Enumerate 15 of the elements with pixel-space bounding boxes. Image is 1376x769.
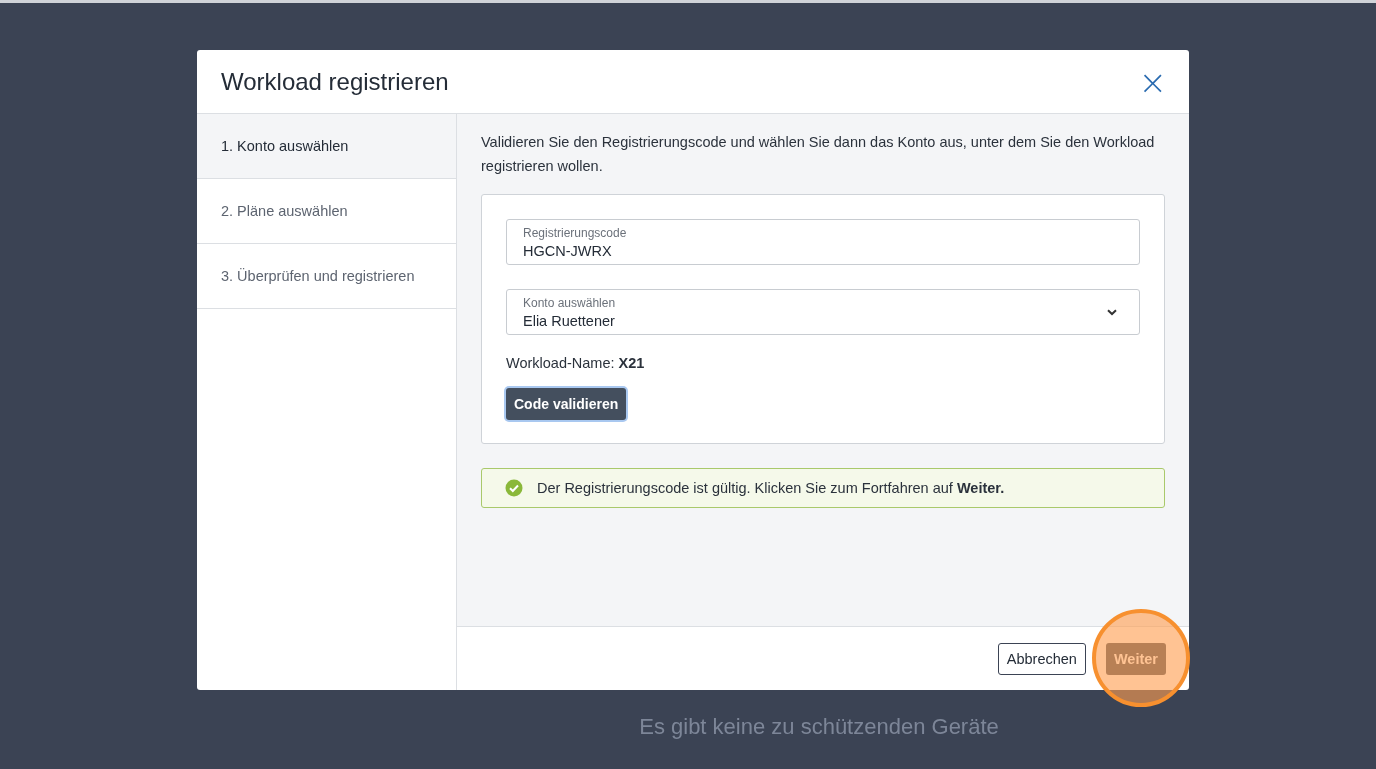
validate-code-button[interactable]: Code validieren — [506, 388, 627, 420]
step-tab[interactable]: 3. Überprüfen und registrieren — [197, 244, 456, 309]
code-input-field[interactable]: Registrierungscode HGCN-JWRX — [506, 219, 1140, 265]
dialog-title: Workload registrieren — [221, 67, 449, 96]
cancel-button[interactable]: Abbrechen — [997, 642, 1086, 675]
instruction-text: Validieren Sie den Registrierungscode und wählen Sie dann das Konto aus, unter dem Sie den Workload registrieren wollen. — [481, 133, 1156, 176]
empty-state-text: Es gibt keine zu schützenden Geräte — [638, 714, 1000, 740]
check-circle-icon — [505, 479, 523, 497]
chevron-down-icon — [1107, 308, 1117, 316]
step-tab[interactable]: 1. Konto auswählen — [197, 114, 456, 179]
close-button[interactable]: × — [1138, 64, 1167, 99]
success-message: Der Registrierungscode ist gültig. Klicken Sie zum Fortfahren auf Weiter. — [537, 480, 1005, 496]
step-tab[interactable]: 2. Pläne auswählen — [197, 179, 456, 244]
workload-name-text: Workload-Name: X21 — [506, 355, 646, 371]
account-dropdown[interactable]: Konto auswählen Elia Ruettener — [506, 289, 1140, 335]
